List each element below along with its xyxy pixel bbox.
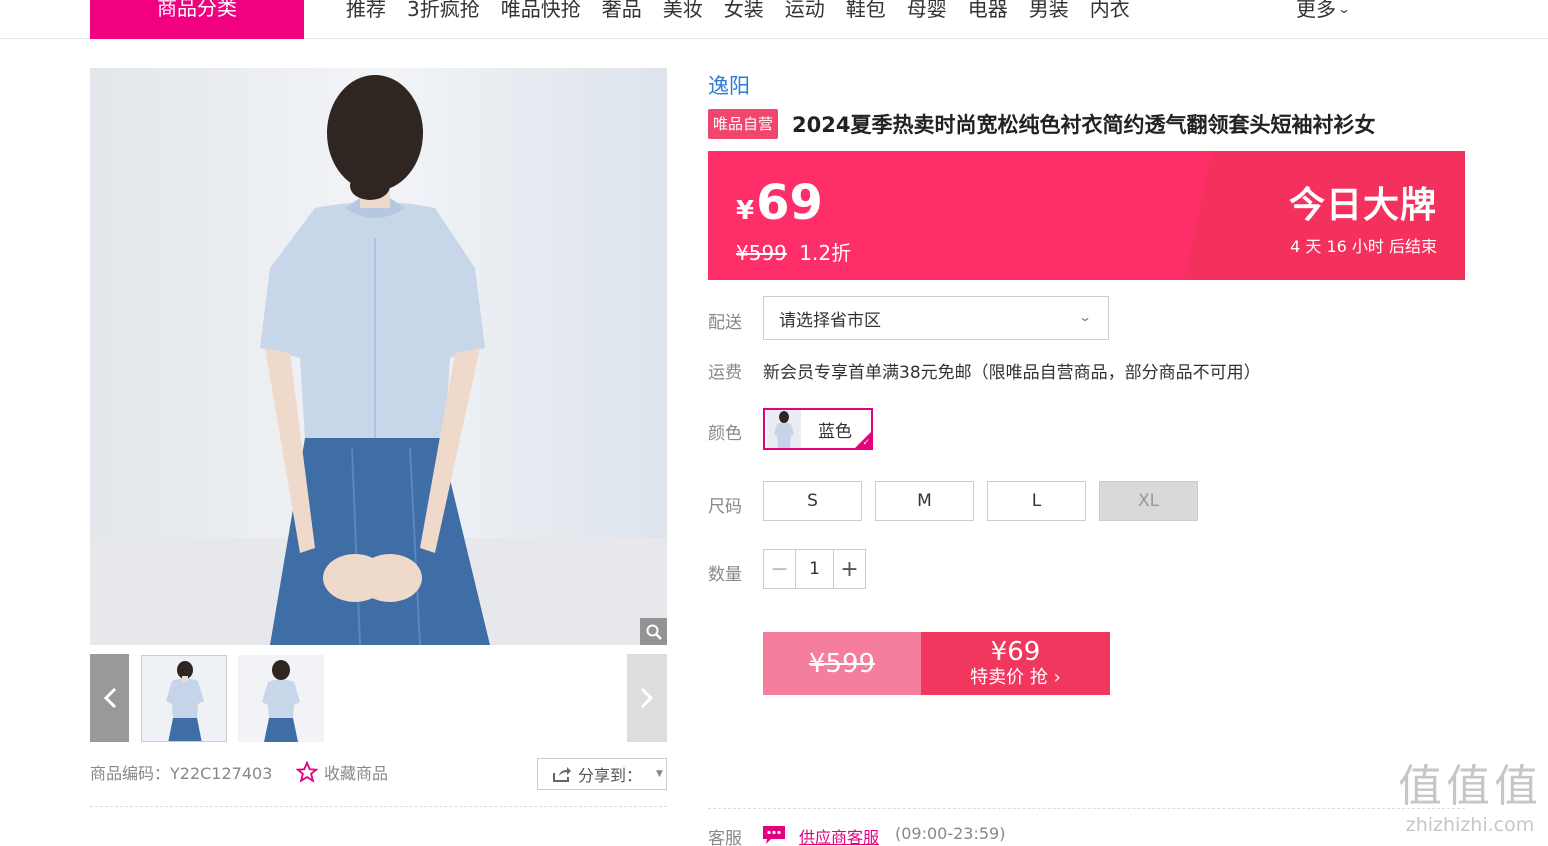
color-swatch-image	[767, 410, 801, 448]
caret-down-icon: ▼	[656, 769, 663, 779]
thumbnail-next-button[interactable]	[627, 654, 667, 742]
title-row: 唯品自营 2024夏季热卖时尚宽松纯色衬衣简约透气翻领套头短袖衬衫女	[708, 109, 1375, 139]
countdown: 4 天 16 小时 后结束	[1290, 237, 1437, 256]
nav-item-men[interactable]: 男装	[1029, 0, 1069, 22]
category-menu-label: 商品分类	[157, 0, 237, 20]
chevron-down-icon: ⌄	[1077, 310, 1093, 324]
product-photo	[90, 68, 667, 645]
watermark-logo: 值值值	[1398, 761, 1542, 812]
thumbnail-image	[238, 655, 324, 742]
size-option-s[interactable]: S	[763, 481, 862, 521]
buy-button-group: ¥599 ¥69 特卖价 抢 ›	[763, 632, 1110, 695]
watermark-domain: zhizhizhi.com	[1405, 814, 1535, 836]
divider	[708, 808, 1465, 809]
chevron-left-icon	[103, 687, 116, 709]
color-option-label: 蓝色	[818, 421, 852, 442]
top-navigation: 商品分类 推荐 3折疯抢 唯品快抢 奢品 美妆 女装 运动 鞋包 母婴 电器 男…	[0, 0, 1548, 39]
category-menu-button[interactable]: 商品分类	[90, 0, 304, 39]
nav-item-shoes-bags[interactable]: 鞋包	[846, 0, 886, 22]
nav-item-appliances[interactable]: 电器	[968, 0, 1008, 22]
nav-item-sports[interactable]: 运动	[785, 0, 825, 22]
thumbnail-2[interactable]	[238, 655, 324, 742]
divider	[90, 806, 667, 807]
quantity-label: 数量	[708, 565, 742, 585]
chevron-down-icon: ⌄	[1337, 2, 1351, 16]
thumbnail-1[interactable]	[141, 655, 227, 742]
buy-now-action: 特卖价 抢	[970, 666, 1048, 688]
currency-symbol: ¥	[736, 196, 755, 226]
chevron-right-icon: ›	[1053, 666, 1061, 688]
quantity-stepper: − 1 +	[763, 549, 866, 589]
size-option-xl: XL	[1099, 481, 1198, 521]
product-title: 2024夏季热卖时尚宽松纯色衬衣简约透气翻领套头短袖衬衫女	[792, 113, 1376, 137]
buy-now-label: 特卖价 抢 ›	[970, 666, 1061, 690]
product-main-image[interactable]	[90, 68, 667, 645]
shipping-text: 新会员专享首单满38元免邮（限唯品自营商品，部分商品不可用）	[763, 363, 1261, 383]
discount: 1.2折	[799, 241, 852, 265]
nav-item-flash-30off[interactable]: 3折疯抢	[407, 0, 480, 22]
quantity-decrease-button[interactable]: −	[764, 550, 796, 588]
nav-item-women[interactable]: 女装	[724, 0, 764, 22]
supplier-service-link[interactable]: 供应商客服	[799, 824, 879, 846]
quantity-increase-button[interactable]: +	[833, 550, 865, 588]
current-price: ¥ 69	[736, 175, 823, 231]
check-icon: ✓	[862, 438, 870, 448]
thumbnail-image	[142, 656, 226, 741]
self-operated-badge: 唯品自营	[708, 109, 779, 139]
size-option-l[interactable]: L	[987, 481, 1086, 521]
quantity-value[interactable]: 1	[796, 550, 833, 588]
chevron-right-icon	[640, 687, 654, 709]
size-label: 尺码	[708, 497, 742, 517]
star-icon	[296, 761, 318, 783]
brand-link[interactable]: 逸阳	[708, 70, 750, 100]
nav-more-menu[interactable]: 更多 ⌄	[1296, 0, 1351, 22]
region-select[interactable]: 请选择省市区 ⌄	[763, 296, 1109, 340]
event-title: 今日大牌	[1288, 185, 1437, 226]
price-banner: ¥ 69 ¥599 1.2折 今日大牌 4 天 16 小时 后结束	[708, 151, 1465, 280]
buy-original-price: ¥599	[763, 632, 921, 695]
service-label: 客服	[708, 829, 742, 846]
original-price-row: ¥599 1.2折	[736, 237, 851, 266]
nav-more-label: 更多	[1296, 0, 1336, 21]
buy-now-price: ¥69	[990, 636, 1041, 667]
favorite-label: 收藏商品	[324, 764, 389, 783]
share-button[interactable]: 分享到： ▼	[537, 758, 667, 790]
size-option-m[interactable]: M	[875, 481, 974, 521]
nav-item-quick-grab[interactable]: 唯品快抢	[501, 0, 581, 22]
nav-item-beauty[interactable]: 美妆	[663, 0, 703, 22]
original-price: ¥599	[736, 241, 787, 265]
favorite-button[interactable]: 收藏商品	[296, 760, 388, 784]
buy-now-button[interactable]: ¥69 特卖价 抢 ›	[921, 632, 1110, 695]
service-hours: (09:00-23:59)	[895, 824, 1006, 843]
thumbnail-prev-button[interactable]	[90, 654, 129, 742]
nav-item-underwear[interactable]: 内衣	[1090, 0, 1130, 22]
nav-item-baby[interactable]: 母婴	[907, 0, 947, 22]
delivery-label: 配送	[708, 313, 742, 333]
site-watermark: 值值值 zhizhizhi.com	[1398, 760, 1542, 836]
nav-item-luxury[interactable]: 奢品	[602, 0, 642, 22]
share-label: 分享到：	[578, 766, 643, 785]
product-code: 商品编码：Y22C127403	[90, 764, 273, 783]
nav-items: 推荐 3折疯抢 唯品快抢 奢品 美妆 女装 运动 鞋包 母婴 电器 男装 内衣	[346, 0, 1151, 22]
share-icon	[553, 767, 571, 782]
nav-item-recommend[interactable]: 推荐	[346, 0, 386, 22]
region-select-value: 请选择省市区	[779, 310, 881, 331]
chat-icon[interactable]	[761, 824, 787, 846]
color-label: 颜色	[708, 424, 742, 444]
current-price-value: 69	[756, 175, 823, 231]
zoom-icon[interactable]	[640, 618, 667, 645]
color-option-blue[interactable]: 蓝色 ✓	[763, 408, 873, 450]
shipping-label: 运费	[708, 363, 742, 383]
